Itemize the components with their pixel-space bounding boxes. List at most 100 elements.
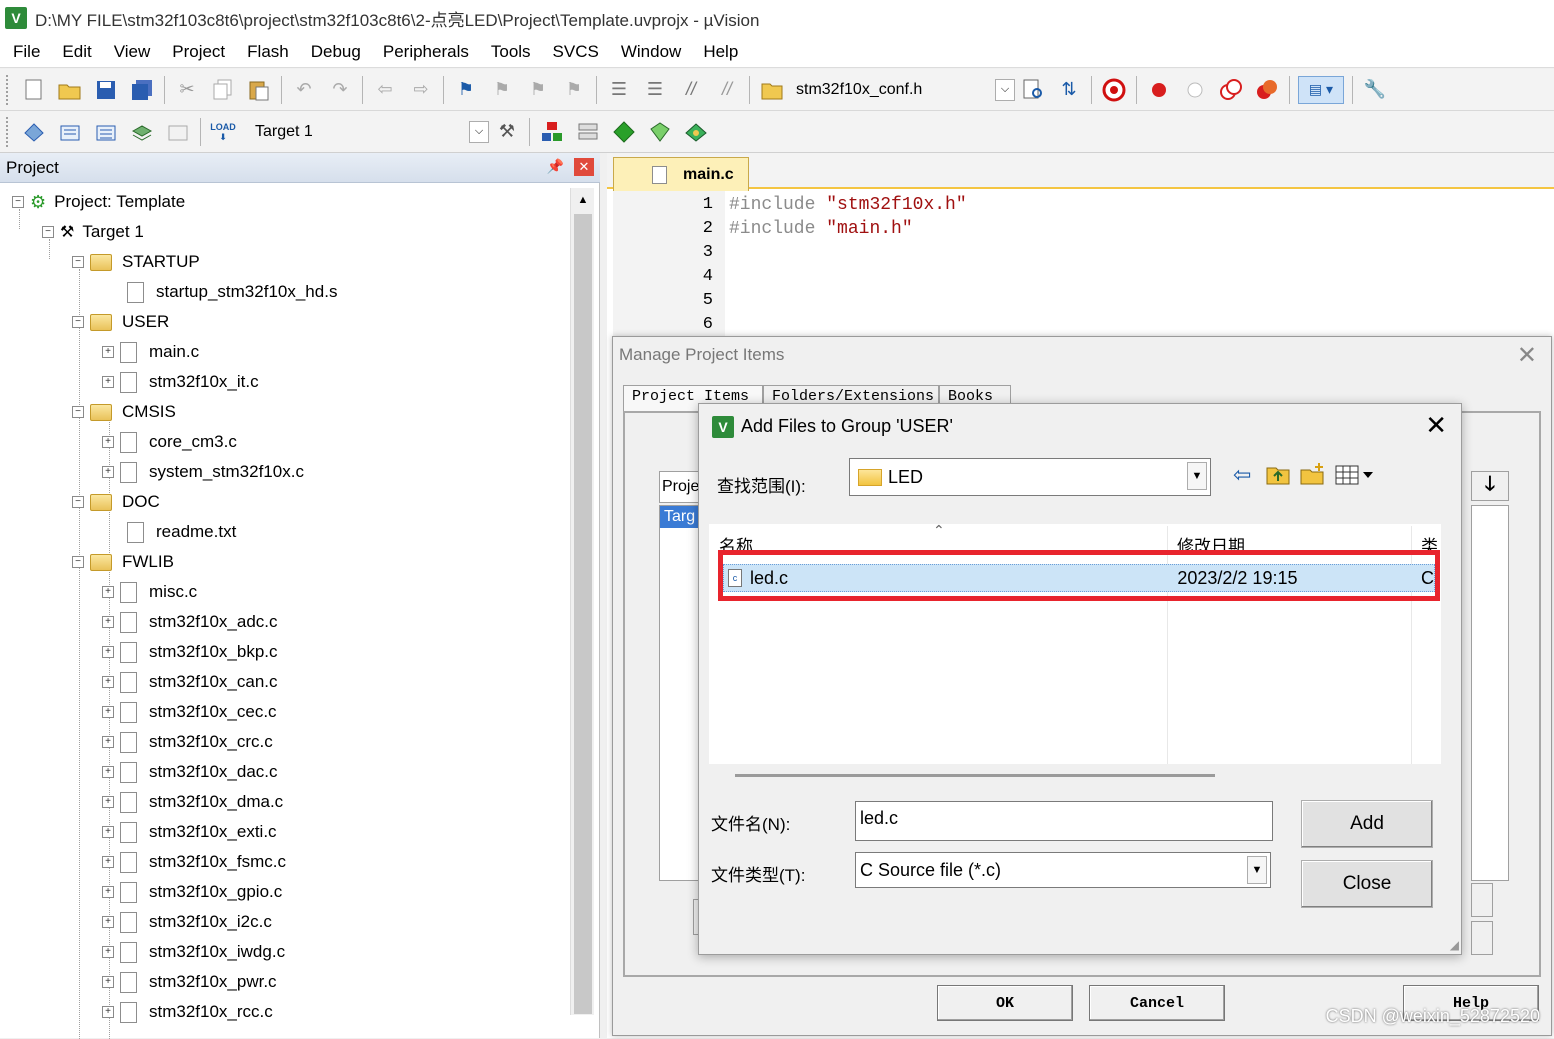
tree-group-fwlib[interactable]: − FWLIB xyxy=(72,547,174,577)
expand-icon[interactable]: + xyxy=(102,886,114,898)
expand-icon[interactable]: + xyxy=(102,736,114,748)
tree-file[interactable]: + stm32f10x_exti.c xyxy=(102,817,277,847)
tree-target[interactable]: − ⚒ Target 1 xyxy=(42,217,144,247)
unindent-icon[interactable]: ☰ xyxy=(641,76,669,104)
expand-icon[interactable]: + xyxy=(102,646,114,658)
collapse-icon[interactable]: − xyxy=(72,496,84,508)
navigate-back-icon[interactable]: ⇦ xyxy=(371,76,399,104)
batch-build-icon[interactable] xyxy=(128,118,156,146)
menu-view[interactable]: View xyxy=(103,42,162,62)
save-all-icon[interactable] xyxy=(128,76,156,104)
run-time-environment-icon[interactable] xyxy=(682,118,710,146)
filetype-select[interactable]: C Source file (*.c) ▼ xyxy=(855,852,1271,888)
tree-file[interactable]: + stm32f10x_dma.c xyxy=(102,787,283,817)
next-bookmark-icon[interactable]: ⚑ xyxy=(524,76,552,104)
filename-input[interactable]: led.c xyxy=(855,801,1273,841)
close-icon[interactable]: ✕ xyxy=(1425,410,1447,441)
pin-icon[interactable]: 📌 xyxy=(547,158,564,175)
chevron-down-icon[interactable]: ⌵ xyxy=(995,78,1015,101)
view-menu-icon[interactable] xyxy=(1335,464,1377,491)
tab-main-c[interactable]: main.c xyxy=(613,157,749,191)
tree-group-cmsis[interactable]: − CMSIS xyxy=(72,397,176,427)
tree-group-user[interactable]: − USER xyxy=(72,307,169,337)
undo-icon[interactable]: ↶ xyxy=(290,76,318,104)
expand-icon[interactable]: + xyxy=(102,856,114,868)
debug-session-icon[interactable] xyxy=(1100,76,1128,104)
tree-file[interactable]: + system_stm32f10x.c xyxy=(102,457,304,487)
partial-button[interactable] xyxy=(1471,883,1493,917)
indent-icon[interactable]: ☰ xyxy=(605,76,633,104)
pack-installer-icon[interactable] xyxy=(610,118,638,146)
expand-icon[interactable]: + xyxy=(102,796,114,808)
save-icon[interactable] xyxy=(92,76,120,104)
collapse-icon[interactable]: − xyxy=(72,406,84,418)
stop-build-icon[interactable] xyxy=(164,118,192,146)
comment-icon[interactable]: // xyxy=(677,76,705,104)
breakpoint-icon[interactable] xyxy=(1145,76,1173,104)
expand-icon[interactable]: + xyxy=(102,586,114,598)
clear-bookmarks-icon[interactable]: ⚑ xyxy=(560,76,588,104)
tree-file[interactable]: + misc.c xyxy=(102,577,197,607)
navigate-forward-icon[interactable]: ⇨ xyxy=(407,76,435,104)
download-icon[interactable]: LOAD ⬇ xyxy=(209,118,237,146)
chevron-down-icon[interactable]: ▼ xyxy=(1187,462,1207,490)
collapse-icon[interactable]: − xyxy=(42,226,54,238)
toolbar-grip[interactable] xyxy=(6,74,12,105)
expand-icon[interactable]: + xyxy=(102,946,114,958)
menu-flash[interactable]: Flash xyxy=(236,42,300,62)
tree-file[interactable]: + stm32f10x_fsmc.c xyxy=(102,847,286,877)
tree-project-root[interactable]: − ⚙ Project: Template xyxy=(12,187,185,217)
cancel-button[interactable]: Cancel xyxy=(1089,985,1225,1021)
find-icon[interactable] xyxy=(1019,76,1047,104)
menu-edit[interactable]: Edit xyxy=(51,42,102,62)
cut-icon[interactable]: ✂ xyxy=(173,76,201,104)
tree-file[interactable]: + stm32f10x_cec.c xyxy=(102,697,277,727)
open-folder-icon[interactable] xyxy=(56,76,84,104)
chevron-down-icon[interactable]: ⌵ xyxy=(469,120,489,143)
target-combo[interactable]: Target 1 ⌵ xyxy=(249,116,489,147)
find-in-files-icon[interactable] xyxy=(758,76,786,104)
uncomment-icon[interactable]: // xyxy=(713,76,741,104)
tree-file[interactable]: startup_stm32f10x_hd.s xyxy=(127,277,337,307)
expand-icon[interactable]: + xyxy=(102,976,114,988)
bookmark-icon[interactable]: ⚑ xyxy=(452,76,480,104)
toolbar-grip[interactable] xyxy=(6,116,12,147)
add-button[interactable]: Add xyxy=(1301,800,1433,848)
configure-icon[interactable]: 🔧 xyxy=(1361,76,1389,104)
horizontal-scrollbar[interactable] xyxy=(735,774,1215,777)
expand-icon[interactable]: + xyxy=(102,616,114,628)
redo-icon[interactable]: ↷ xyxy=(326,76,354,104)
new-file-icon[interactable] xyxy=(20,76,48,104)
partial-button[interactable] xyxy=(1471,921,1493,955)
tree-file[interactable]: + stm32f10x_adc.c xyxy=(102,607,278,637)
code-line[interactable]: #include "main.h" xyxy=(729,219,913,239)
expand-icon[interactable]: + xyxy=(102,346,114,358)
collapse-icon[interactable]: − xyxy=(72,316,84,328)
file-extensions-icon[interactable] xyxy=(538,118,566,146)
new-folder-icon[interactable] xyxy=(1299,462,1327,491)
move-down-icon[interactable]: 🡓 xyxy=(1471,471,1509,501)
menu-peripherals[interactable]: Peripherals xyxy=(372,42,480,62)
expand-icon[interactable]: + xyxy=(102,766,114,778)
code-line[interactable]: #include "stm32f10x.h" xyxy=(729,195,967,215)
translate-icon[interactable] xyxy=(20,118,48,146)
tree-file[interactable]: + core_cm3.c xyxy=(102,427,237,457)
collapse-icon[interactable]: − xyxy=(12,196,24,208)
ok-button[interactable]: OK xyxy=(937,985,1073,1021)
tree-scrollbar[interactable]: ▲ xyxy=(570,188,594,1015)
close-icon[interactable]: ✕ xyxy=(574,158,594,176)
expand-icon[interactable]: + xyxy=(102,706,114,718)
expand-icon[interactable]: + xyxy=(102,1006,114,1018)
collapse-icon[interactable]: − xyxy=(72,256,84,268)
manage-components-icon[interactable] xyxy=(574,118,602,146)
up-folder-icon[interactable] xyxy=(1265,462,1291,491)
tree-file[interactable]: + stm32f10x_rcc.c xyxy=(102,997,273,1027)
tree-file[interactable]: + stm32f10x_crc.c xyxy=(102,727,273,757)
close-button[interactable]: Close xyxy=(1301,860,1433,908)
menu-project[interactable]: Project xyxy=(161,42,236,62)
expand-icon[interactable]: + xyxy=(102,916,114,928)
tree-file[interactable]: + stm32f10x_it.c xyxy=(102,367,259,397)
menu-debug[interactable]: Debug xyxy=(300,42,372,62)
window-layout-icon[interactable]: ▤ ▾ xyxy=(1298,75,1344,104)
kill-all-breakpoints-icon[interactable] xyxy=(1253,76,1281,104)
